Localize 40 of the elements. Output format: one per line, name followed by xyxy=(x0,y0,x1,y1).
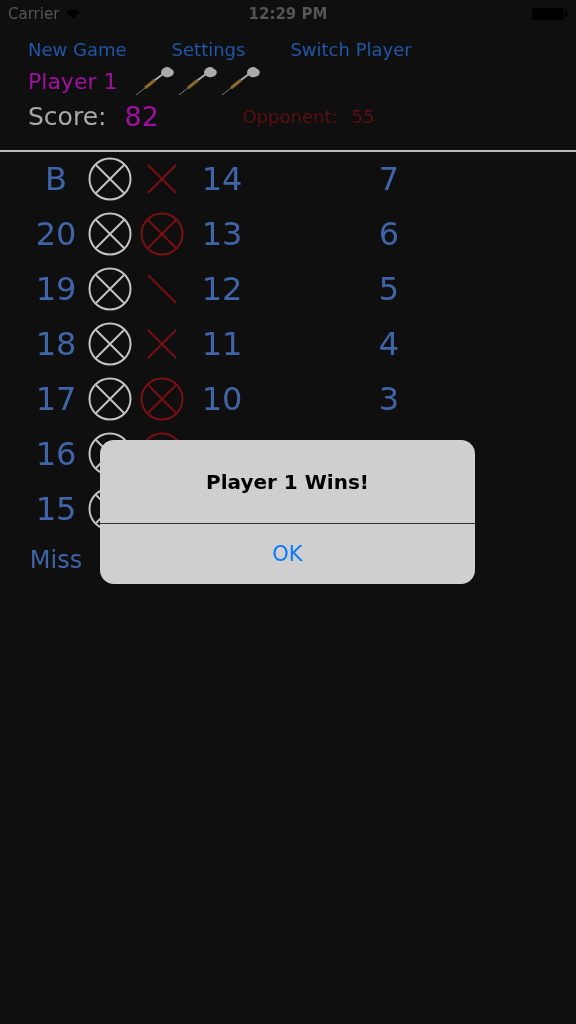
mark-icon xyxy=(88,322,132,366)
toolbar-button[interactable]: New Game xyxy=(28,38,127,60)
toolbar-button[interactable]: Settings xyxy=(171,38,246,60)
alert-title: Player 1 Wins! xyxy=(100,440,475,524)
target-number[interactable]: 6 xyxy=(357,215,421,253)
player-name: Player 1 xyxy=(28,68,118,94)
mark-icon xyxy=(88,377,132,421)
target-number[interactable]: 19 xyxy=(20,270,92,308)
miss-button[interactable]: Miss xyxy=(20,546,92,574)
mark-icon xyxy=(140,212,184,256)
opponent-score: 55 xyxy=(351,105,375,127)
target-number[interactable]: 16 xyxy=(20,435,92,473)
mark-icon xyxy=(140,377,184,421)
ok-button[interactable]: OK xyxy=(100,524,475,584)
target-number[interactable]: 5 xyxy=(357,270,421,308)
target-number[interactable]: 20 xyxy=(20,215,92,253)
target-number[interactable]: 15 xyxy=(20,490,92,528)
carrier-label: Carrier xyxy=(8,5,60,23)
target-number[interactable]: 12 xyxy=(190,270,254,308)
target-number[interactable]: B xyxy=(20,160,92,198)
score-label: Score: xyxy=(28,101,107,131)
status-time: 12:29 PM xyxy=(247,5,329,23)
mark-icon xyxy=(88,157,132,201)
target-number[interactable]: 18 xyxy=(20,325,92,363)
mark-icon xyxy=(88,212,132,256)
dart-icon xyxy=(135,66,176,96)
target-number[interactable]: 10 xyxy=(190,380,254,418)
target-number[interactable]: 17 xyxy=(20,380,92,418)
dart-icon xyxy=(221,66,262,96)
score-value: 82 xyxy=(124,100,160,132)
dart-icon xyxy=(178,66,219,96)
target-number[interactable]: 7 xyxy=(357,160,421,198)
mark-icon xyxy=(88,267,132,311)
target-number[interactable]: 14 xyxy=(190,160,254,198)
target-number[interactable]: 11 xyxy=(190,325,254,363)
toolbar-button[interactable]: Switch Player xyxy=(290,38,412,60)
target-number[interactable]: 4 xyxy=(357,325,421,363)
opponent-label: Opponent: xyxy=(242,105,338,127)
target-number[interactable]: 3 xyxy=(357,380,421,418)
target-number[interactable]: 13 xyxy=(190,215,254,253)
